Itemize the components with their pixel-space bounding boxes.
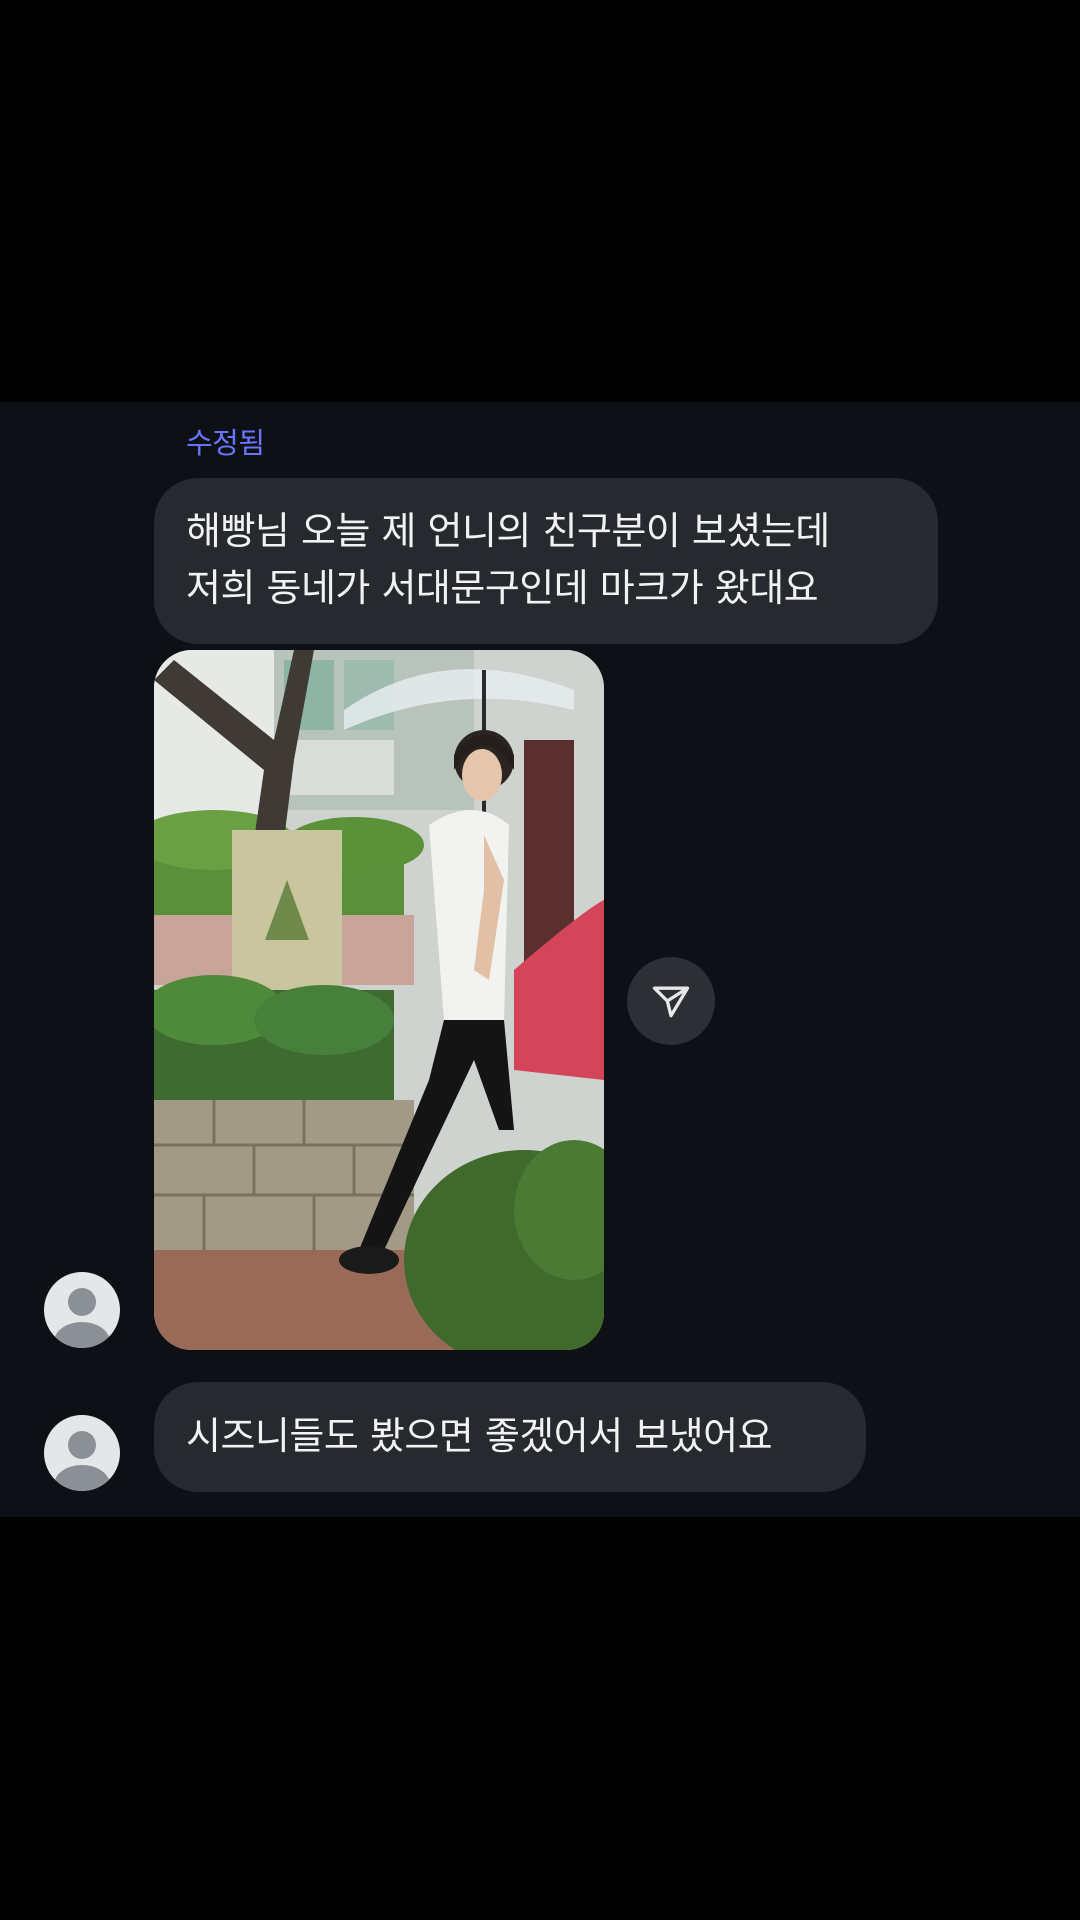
avatar[interactable] bbox=[44, 1272, 120, 1348]
photo-attachment[interactable] bbox=[154, 650, 604, 1350]
message-line: 저희 동네가 서대문구인데 마크가 왔대요 bbox=[186, 566, 819, 610]
photo-image bbox=[154, 650, 604, 1350]
default-avatar-icon bbox=[54, 1288, 110, 1348]
chat-panel: 수정됨 해빵님 오늘 제 언니의 친구분이 보셨는데 저희 동네가 서대문구인데… bbox=[0, 402, 1080, 1517]
message-bubble[interactable]: 시즈니들도 봤으면 좋겠어서 보냈어요 bbox=[154, 1382, 866, 1492]
message-text: 시즈니들도 봤으면 좋겠어서 보냈어요 bbox=[186, 1414, 773, 1458]
avatar[interactable] bbox=[44, 1415, 120, 1491]
message-bubble[interactable]: 해빵님 오늘 제 언니의 친구분이 보셨는데 저희 동네가 서대문구인데 마크가… bbox=[154, 478, 938, 644]
send-icon bbox=[652, 986, 690, 1018]
share-button[interactable] bbox=[627, 957, 715, 1045]
message-line: 해빵님 오늘 제 언니의 친구분이 보셨는데 bbox=[186, 509, 830, 553]
default-avatar-icon bbox=[54, 1431, 110, 1491]
edited-label: 수정됨 bbox=[186, 426, 265, 460]
